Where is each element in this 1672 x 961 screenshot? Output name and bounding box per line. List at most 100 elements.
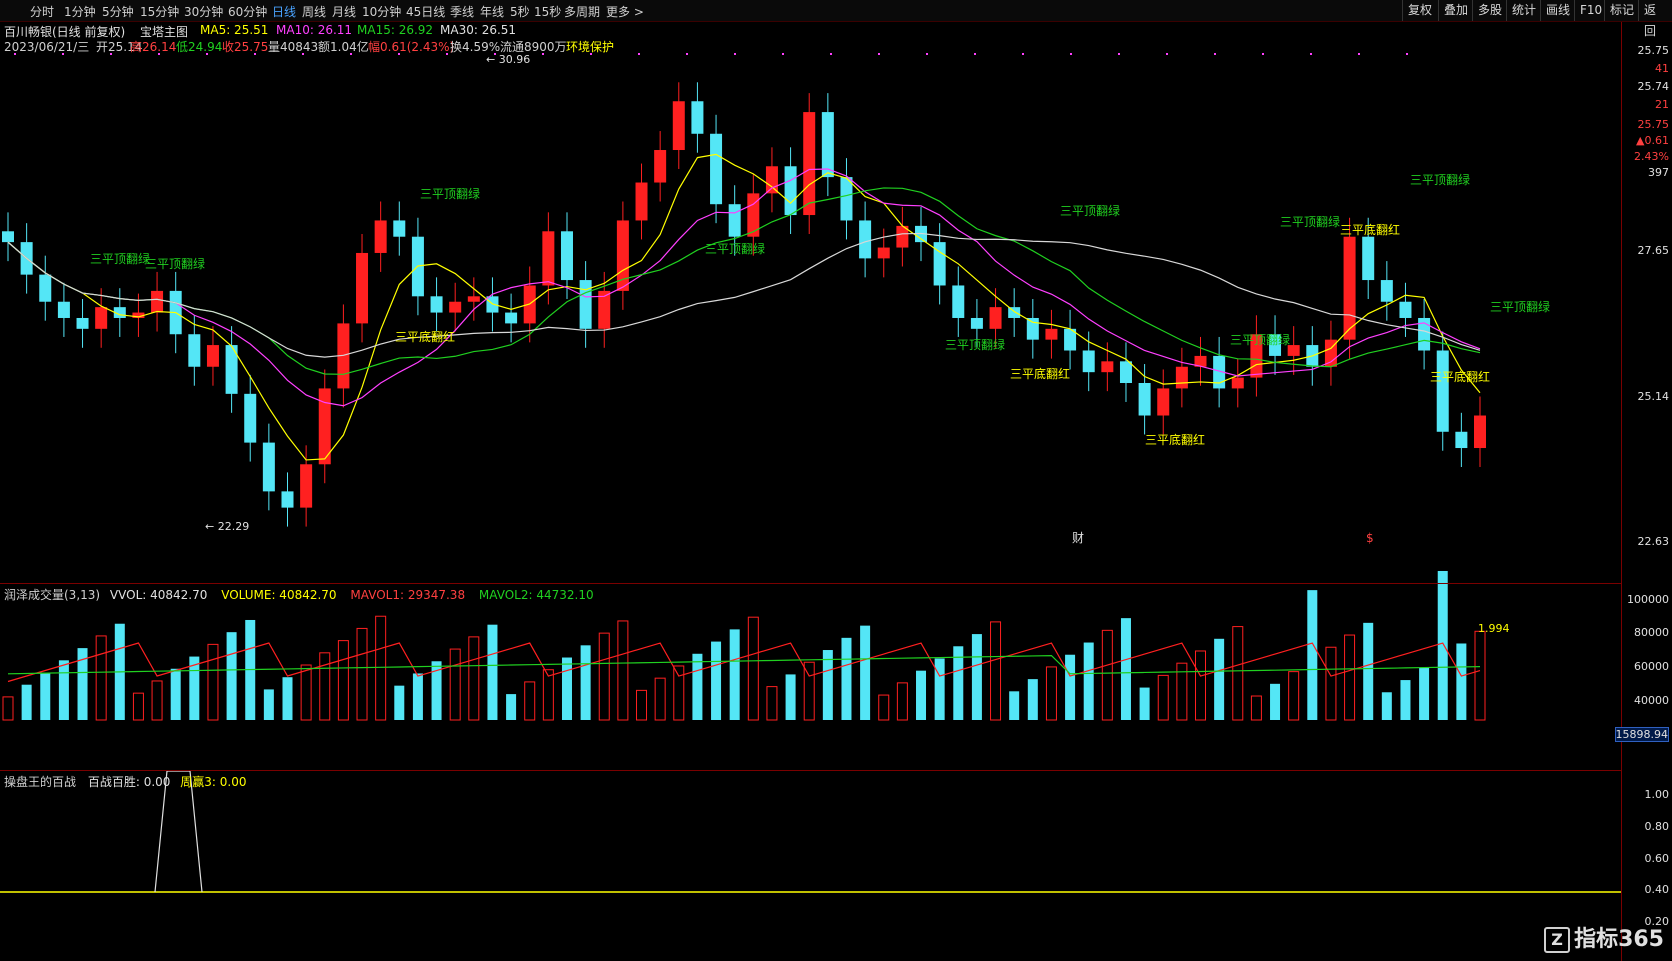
volume-bar xyxy=(1027,679,1038,720)
volume-bar xyxy=(729,629,740,720)
candle-body xyxy=(1231,377,1244,389)
event-dot xyxy=(1214,53,1216,55)
event-dot xyxy=(974,53,976,55)
volume-bar xyxy=(1288,671,1300,721)
bot-axis-1: 1.00 xyxy=(1644,788,1670,801)
candle-body xyxy=(691,101,704,134)
candle-body xyxy=(95,307,108,329)
bottom-v1: 百战百胜: 0.00 xyxy=(87,775,171,789)
candle-body xyxy=(2,231,14,243)
event-dot xyxy=(878,53,880,55)
volume-bar xyxy=(319,652,331,721)
candle-body xyxy=(1380,280,1393,302)
candle-body xyxy=(188,334,201,367)
bot-axis-3: 0.60 xyxy=(1644,852,1670,865)
volume-bar xyxy=(1045,666,1057,721)
event-dot xyxy=(14,53,16,55)
volume-bar xyxy=(337,640,349,721)
signal-bottom-red: 三平底翻红 xyxy=(1145,432,1205,447)
volume-bar xyxy=(1009,691,1020,720)
candle-body xyxy=(449,301,462,313)
volume-bar xyxy=(282,677,293,720)
vol-cursor: 15898.94 xyxy=(1614,727,1669,742)
event-dot xyxy=(350,53,352,55)
volume-bar xyxy=(1157,674,1169,721)
event-dot xyxy=(206,53,208,55)
volume-bar xyxy=(1456,643,1467,720)
signal-top-green: 三平顶翻绿 xyxy=(420,186,480,201)
candle-body xyxy=(1343,236,1356,340)
separator-bottom xyxy=(0,770,1621,771)
event-dot xyxy=(1262,53,1264,55)
volume-bar xyxy=(654,677,666,721)
candle-body xyxy=(821,112,834,178)
candle-body xyxy=(356,252,369,324)
volume-bar xyxy=(990,621,1002,721)
separator-volume xyxy=(0,583,1621,584)
volume-bar xyxy=(1120,618,1131,720)
volume-bar xyxy=(542,669,554,721)
candle-body xyxy=(672,101,685,151)
volume-bar xyxy=(151,680,163,721)
vol-axis-2: 80000 xyxy=(1634,626,1669,639)
volume-bar xyxy=(2,696,14,721)
kline-chart[interactable]: 三平顶翻绿三平顶翻绿三平顶翻绿三平顶翻绿三平顶翻绿三平顶翻绿三平顶翻绿三平顶翻绿… xyxy=(0,0,1621,961)
candle-body xyxy=(784,166,797,216)
event-dot xyxy=(590,53,592,55)
volume-bar xyxy=(1139,687,1150,720)
volume-bar xyxy=(1325,646,1337,721)
event-dot xyxy=(926,53,928,55)
candle-body xyxy=(1101,361,1114,373)
mavol2-value: MAVOL2: 44732.10 xyxy=(478,588,594,602)
candle-body xyxy=(859,220,872,259)
toolbar-right-7[interactable]: 返回 xyxy=(1638,0,1672,38)
volume-indicator-name[interactable]: 润泽成交量(3,13) xyxy=(4,588,100,602)
volume-bar xyxy=(226,632,237,720)
candle-body xyxy=(1474,415,1486,449)
volume-bar xyxy=(132,692,144,721)
volume-bar xyxy=(617,620,629,721)
axis-tick-3: 22.63 xyxy=(1637,535,1670,548)
candle-body xyxy=(505,312,518,324)
logo-text: 指标365 xyxy=(1574,927,1664,952)
event-dot xyxy=(254,53,256,55)
volume-bar xyxy=(1437,570,1448,720)
candle-body xyxy=(635,182,648,221)
volume-bar xyxy=(524,681,536,721)
candle-body xyxy=(206,345,219,367)
volume-bar xyxy=(878,694,890,721)
vvol-value: VVOL: 40842.70 xyxy=(109,588,208,602)
bottom-panel-header: 操盘王的百战 百战百胜: 0.00 周赢3: 0.00 xyxy=(4,773,246,790)
bottom-v2: 周赢3: 0.00 xyxy=(180,775,247,789)
volume-ratio: 1.994 xyxy=(1478,622,1510,635)
volume-bar xyxy=(822,650,833,720)
candle-body xyxy=(1175,366,1188,389)
candle-body xyxy=(1436,350,1449,432)
volume-bar xyxy=(58,660,69,720)
axis-pct: 2.43% xyxy=(1634,150,1669,163)
event-dot xyxy=(1406,53,1408,55)
candle-body xyxy=(765,166,778,194)
volume-bar xyxy=(580,645,591,720)
event-dot xyxy=(62,53,64,55)
bot-axis-4: 0.40 xyxy=(1644,883,1670,896)
volume-bar xyxy=(747,616,759,721)
signal-top-green: 三平顶翻绿 xyxy=(90,251,150,266)
volume-bar xyxy=(1083,642,1094,720)
volume-bar xyxy=(598,632,610,721)
event-dot xyxy=(1166,53,1168,55)
brand-logo: Z 指标365 xyxy=(1544,921,1664,953)
event-dot xyxy=(1070,53,1072,55)
volume-bar xyxy=(1344,634,1356,721)
signal-top-green: 三平顶翻绿 xyxy=(945,337,1005,352)
bottom-indicator-name[interactable]: 操盘王的百战 xyxy=(4,775,76,789)
candle-body xyxy=(840,177,853,221)
event-dot xyxy=(302,53,304,55)
event-dot xyxy=(446,53,448,55)
volume-bar xyxy=(263,689,274,720)
axis-tick-2: 25.14 xyxy=(1637,390,1670,403)
candle-body xyxy=(803,112,816,216)
volume-bar xyxy=(711,641,722,720)
volume-bar xyxy=(1232,626,1244,721)
volume-value: VOLUME: 40842.70 xyxy=(221,588,337,602)
